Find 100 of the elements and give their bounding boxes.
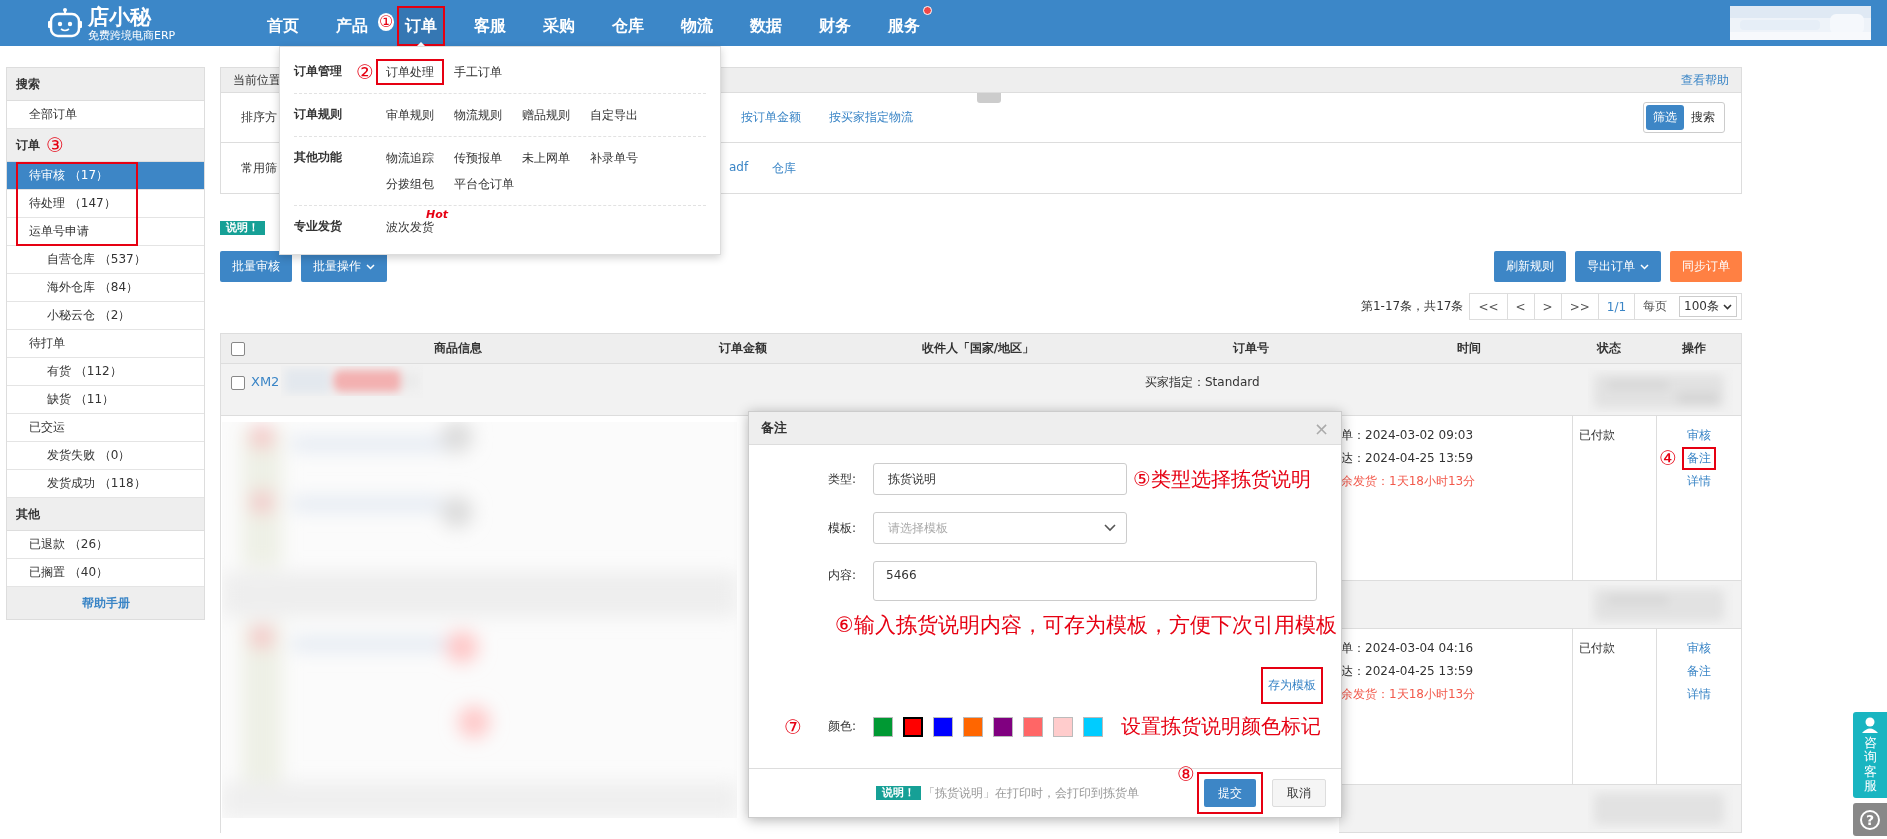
step-marker: ⑦ [784,716,802,737]
filter-label: 常用筛 [241,159,277,177]
sidebar-item[interactable]: 海外仓库 （84） [7,274,204,302]
batch-button[interactable]: 批量审核 [220,251,292,282]
color-swatch[interactable] [873,716,893,737]
sidebar-item[interactable]: 运单号申请 [7,218,204,246]
step-marker: ③ [46,135,64,155]
order-time: 达：2024-04-25 13:59 [1341,450,1474,467]
filter-option[interactable]: 按订单金额 [741,109,801,126]
notice-badge: 说明！ [876,786,921,800]
page-button[interactable]: << [1470,294,1508,319]
menu-item[interactable]: 补录单号 [580,145,648,171]
order-action-link[interactable]: 审核 [1682,637,1716,660]
section-title: 其他 [16,505,40,523]
menu-item[interactable]: 手工订单 [444,59,512,85]
save-template-link[interactable]: 存为模板 [1261,666,1323,704]
chevron-down-icon [366,263,375,270]
order-action-link[interactable]: 审核 [1682,424,1716,447]
order-action-link[interactable]: 详情 [1682,470,1716,493]
page-button[interactable]: > [1534,294,1562,319]
mode-tab[interactable]: 搜索 [1684,105,1722,130]
sidebar-item[interactable]: 有货 （112） [7,358,204,386]
sidebar-item[interactable]: 已退款 （26） [7,531,204,559]
chevron-down-icon [1640,263,1649,270]
page-indicator: 1/1 [1598,294,1636,319]
help-button[interactable]: ? [1853,803,1887,837]
field-label: 颜色: [827,718,856,735]
menu-item[interactable]: 平台仓订单 [444,171,524,197]
order-action-link[interactable]: 备注 [1682,660,1716,683]
sidebar-item[interactable]: 待处理 （147） [7,190,204,218]
nav-item[interactable]: 客服 [465,6,514,46]
action-button[interactable]: 导出订单 [1575,251,1661,282]
checkbox[interactable] [231,341,245,356]
color-swatch[interactable] [933,716,953,737]
page-button[interactable]: < [1507,294,1535,319]
menu-group-title: 订单规则 [294,106,343,123]
nav-item[interactable]: 仓库 [603,6,652,46]
nav-item[interactable]: 产品 [327,6,376,46]
annotation-text: 设置拣货说明颜色标记 [1121,713,1321,740]
menu-item[interactable]: 未上网单 [512,145,580,171]
nav-item[interactable]: 服务 [879,6,928,46]
order-action-link[interactable]: 详情 [1682,683,1716,706]
select-field[interactable]: 拣货说明 [873,463,1127,495]
filter-option[interactable]: adf [729,159,749,177]
sidebar-item[interactable]: 缺货 （11） [7,386,204,414]
action-button[interactable]: 刷新规则 [1494,251,1566,282]
nav-item[interactable]: 订单 [396,6,445,46]
color-swatch[interactable] [993,716,1013,737]
menu-item[interactable]: 分拨组包 [376,171,444,197]
sidebar-item[interactable]: 小秘云仓 （2） [7,302,204,330]
color-swatch[interactable] [1083,716,1103,737]
sidebar-item[interactable]: 待审核 （17） [7,162,204,190]
notification-dot [923,6,932,15]
help-link[interactable]: 查看帮助 [1681,71,1729,89]
menu-item[interactable]: 物流追踪 [376,145,444,171]
filter-option[interactable]: 按买家指定物流 [829,109,913,126]
logo-tagline: 免费跨境电商ERP [88,28,176,42]
content-field[interactable]: 5466 [873,561,1317,601]
menu-item[interactable]: 自定导出 [580,102,648,128]
step-marker: ① [378,13,395,31]
nav-item[interactable]: 财务 [810,6,859,46]
menu-item[interactable]: 赠品规则 [512,102,580,128]
column-header: 时间 [1456,340,1482,357]
dialog-button[interactable]: 提交 [1197,772,1263,814]
menu-item[interactable]: 物流规则 [444,102,512,128]
section-title: 搜索 [16,75,40,93]
checkbox[interactable] [231,376,245,390]
sidebar-item[interactable]: 发货失败 （0） [7,442,204,470]
sidebar-item[interactable]: 待打单 [7,330,204,358]
color-swatch[interactable] [1023,716,1043,737]
sidebar-item[interactable]: 自营仓库 （537） [7,246,204,274]
chevron-down-icon [1723,303,1732,310]
order-action-link[interactable]: 备注 [1682,447,1716,470]
color-swatch[interactable] [1053,716,1073,737]
color-swatch[interactable] [963,716,983,737]
column-header: 订单金额 [717,340,768,357]
per-page-select[interactable]: 100条 [1679,296,1737,317]
order-time: 余发货：1天18小时13分 [1341,473,1476,490]
person-icon [1861,717,1879,733]
column-header: 商品信息 [433,340,483,357]
chevron-down-icon [1104,524,1116,532]
per-page-label: 每页 [1642,298,1669,315]
nav-item[interactable]: 数据 [741,6,790,46]
nav-item[interactable]: 首页 [258,6,307,46]
page-button[interactable]: >> [1561,294,1599,319]
field-label: 模板: [826,519,857,537]
color-swatch[interactable] [903,716,923,737]
nav-item[interactable]: 采购 [534,6,583,46]
mode-tab[interactable]: 筛选 [1646,105,1684,130]
order-time: 单：2024-03-02 09:03 [1341,427,1474,444]
menu-item[interactable]: 传预报单 [444,145,512,171]
nav-item[interactable]: 物流 [672,6,721,46]
menu-item[interactable]: 审单规则 [376,102,444,128]
sidebar-item[interactable]: 已交运 [7,414,204,442]
order-link[interactable]: XM2 [251,374,280,389]
menu-item[interactable]: 订单处理 [376,59,444,85]
filter-option[interactable]: 仓库 [772,159,797,177]
order-status: 已付款 [1579,641,1615,655]
buyer-shipping: 买家指定：Standard [1145,374,1260,391]
hot-tag: Hot [426,208,449,221]
